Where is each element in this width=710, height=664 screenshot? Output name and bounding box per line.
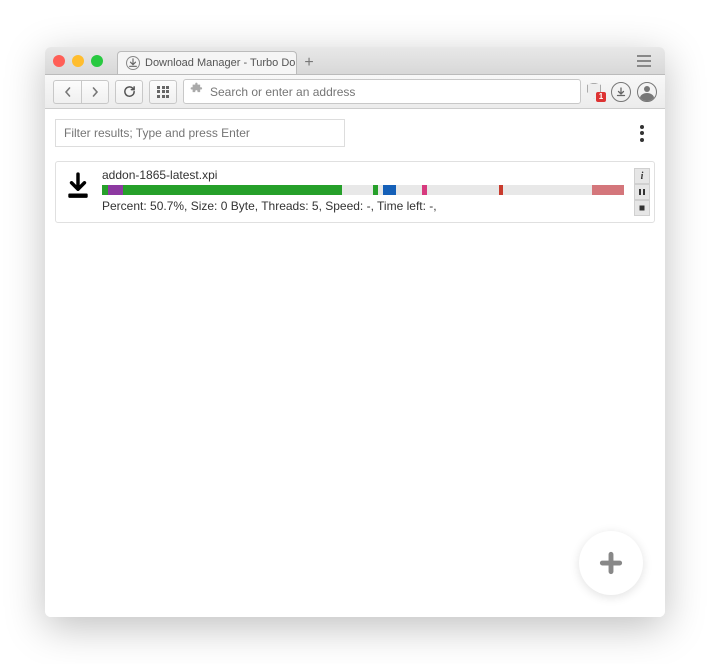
tab-strip: Download Manager - Turbo Do + xyxy=(117,47,321,74)
progress-segment xyxy=(427,185,499,195)
window-controls xyxy=(53,55,103,67)
minimize-window-button[interactable] xyxy=(72,55,84,67)
download-filename: addon-1865-latest.xpi xyxy=(102,168,624,182)
close-window-button[interactable] xyxy=(53,55,65,67)
address-input[interactable] xyxy=(210,85,574,99)
stop-button[interactable] xyxy=(634,200,650,216)
add-download-button[interactable] xyxy=(579,531,643,595)
browser-tab[interactable]: Download Manager - Turbo Do xyxy=(117,51,297,74)
menu-button[interactable] xyxy=(631,51,657,71)
toolbar-right: 1 xyxy=(587,82,657,102)
filter-row xyxy=(55,119,655,147)
download-item: addon-1865-latest.xpi Percent: 50.7%, Si… xyxy=(55,161,655,223)
download-icon xyxy=(616,87,626,97)
browser-window: Download Manager - Turbo Do + xyxy=(45,47,665,617)
progress-bar xyxy=(102,185,624,195)
toolbar: 1 xyxy=(45,75,665,109)
shield-badge: 1 xyxy=(596,92,606,102)
extension-icon xyxy=(190,82,204,101)
progress-segment xyxy=(503,185,592,195)
download-tab-icon xyxy=(126,56,140,70)
stop-icon xyxy=(638,204,646,212)
progress-segment xyxy=(108,185,123,195)
page-content: addon-1865-latest.xpi Percent: 50.7%, Si… xyxy=(45,109,665,617)
plus-icon xyxy=(598,550,624,576)
url-bar[interactable] xyxy=(183,79,581,104)
info-button[interactable]: i xyxy=(634,168,650,184)
forward-button[interactable] xyxy=(81,80,109,104)
progress-segment xyxy=(396,185,422,195)
progress-segment xyxy=(383,185,396,195)
new-tab-button[interactable]: + xyxy=(297,52,321,74)
pause-icon xyxy=(638,188,646,196)
filter-input[interactable] xyxy=(55,119,345,147)
account-button[interactable] xyxy=(637,82,657,102)
progress-segment xyxy=(592,185,624,195)
shield-button[interactable]: 1 xyxy=(587,83,605,101)
download-status: Percent: 50.7%, Size: 0 Byte, Threads: 5… xyxy=(102,199,624,213)
more-menu-button[interactable] xyxy=(635,125,655,142)
download-actions: i xyxy=(634,168,650,216)
reload-button[interactable] xyxy=(115,80,143,104)
apps-button[interactable] xyxy=(149,80,177,104)
tab-title: Download Manager - Turbo Do xyxy=(145,57,295,69)
download-file-icon xyxy=(64,168,92,200)
apps-icon xyxy=(157,86,169,98)
back-button[interactable] xyxy=(53,80,81,104)
downloads-button[interactable] xyxy=(611,82,631,102)
pause-button[interactable] xyxy=(634,184,650,200)
download-body: addon-1865-latest.xpi Percent: 50.7%, Si… xyxy=(102,168,624,213)
titlebar: Download Manager - Turbo Do + xyxy=(45,47,665,75)
progress-segment xyxy=(123,185,342,195)
progress-segment xyxy=(342,185,373,195)
nav-group xyxy=(53,80,109,104)
maximize-window-button[interactable] xyxy=(91,55,103,67)
